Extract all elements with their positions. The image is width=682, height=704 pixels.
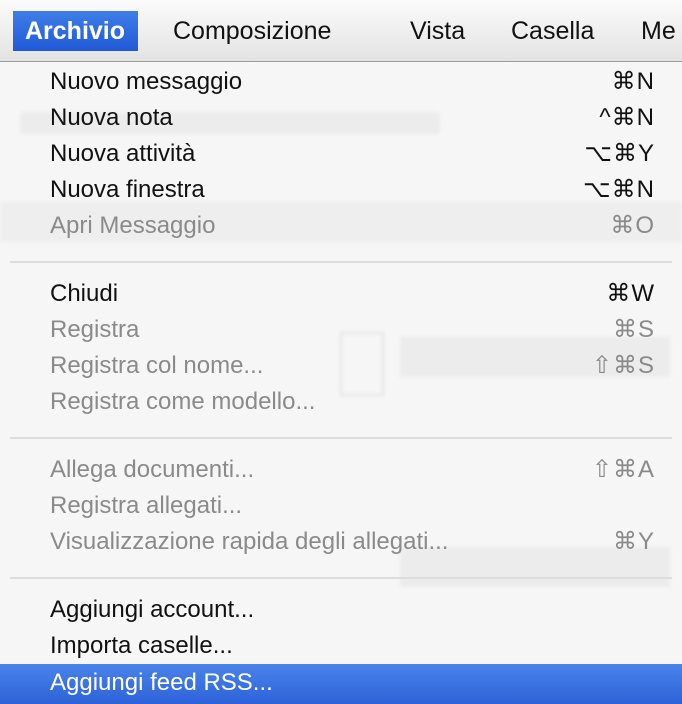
menu-item-label: Allega documenti... [50,456,255,483]
menu-separator [10,261,672,263]
shortcut-label: ⇧⌘S [591,352,655,379]
shortcut-label: ⌘S [612,316,655,343]
shortcut-label: ⌥⌘N [583,176,655,203]
shortcut-label: ⌘O [610,212,655,239]
menu-item-nuova-nota[interactable]: Nuova nota ^⌘N [0,100,682,136]
menu-item-aggiungi-feed-rss[interactable]: Aggiungi feed RSS... [0,664,682,704]
menu-item-label: Visualizzazione rapida degli allegati... [50,528,449,555]
menu-item-registra[interactable]: Registra ⌘S [0,312,682,348]
menu-item-label: Registra come modello... [50,388,316,415]
menu-item-label: Apri Messaggio [50,212,216,239]
menu-item-registra-allegati[interactable]: Registra allegati... [0,488,682,524]
menu-item-chiudi[interactable]: Chiudi ⌘W [0,276,682,312]
shortcut-label: ⌘N [611,68,655,95]
menu-me[interactable]: Me [641,11,676,51]
shortcut-label: ⌘W [606,280,655,307]
menu-item-importa-caselle[interactable]: Importa caselle... [0,628,682,664]
menu-item-label: Aggiungi account... [50,596,255,623]
menu-separator [10,577,672,579]
menu-item-nuovo-messaggio[interactable]: Nuovo messaggio ⌘N [0,64,682,100]
menu-item-allega-documenti[interactable]: Allega documenti... ⇧⌘A [0,452,682,488]
shortcut-label: ⇧⌘A [591,456,655,483]
menu-item-label: Registra allegati... [50,492,243,519]
menu-item-label: Registra [50,316,140,343]
shortcut-label: ^⌘N [599,104,655,131]
menu-item-registra-col-nome[interactable]: Registra col nome... ⇧⌘S [0,348,682,384]
menu-bar: Archivio Composizione Vista Casella Me [0,0,682,62]
menu-item-label: Registra col nome... [50,352,264,379]
menu-item-label: Nuova nota [50,104,173,131]
shortcut-label: ⌘Y [612,528,655,555]
menu-item-label: Importa caselle... [50,632,233,659]
archivio-dropdown-menu: Nuovo messaggio ⌘N Nuova nota ^⌘N Nuova … [0,62,682,704]
menu-item-registra-come-modello[interactable]: Registra come modello... [0,384,682,420]
menu-item-label: Nuovo messaggio [50,68,243,95]
menu-casella[interactable]: Casella [511,11,594,51]
menu-item-label: Nuova finestra [50,176,205,203]
menu-vista[interactable]: Vista [410,11,465,51]
menu-item-apri-messaggio[interactable]: Apri Messaggio ⌘O [0,208,682,244]
menu-item-label: Chiudi [50,280,119,307]
menu-item-label: Aggiungi feed RSS... [50,669,273,696]
menu-item-label: Nuova attività [50,140,196,167]
menu-item-nuova-finestra[interactable]: Nuova finestra ⌥⌘N [0,172,682,208]
menu-item-nuova-attivita[interactable]: Nuova attività ⌥⌘Y [0,136,682,172]
menu-separator [10,437,672,439]
menu-composizione[interactable]: Composizione [173,11,331,51]
menu-item-aggiungi-account[interactable]: Aggiungi account... [0,592,682,628]
shortcut-label: ⌥⌘Y [584,140,655,167]
menu-archivio[interactable]: Archivio [13,11,139,51]
menu-item-visualizzazione-rapida[interactable]: Visualizzazione rapida degli allegati...… [0,524,682,560]
